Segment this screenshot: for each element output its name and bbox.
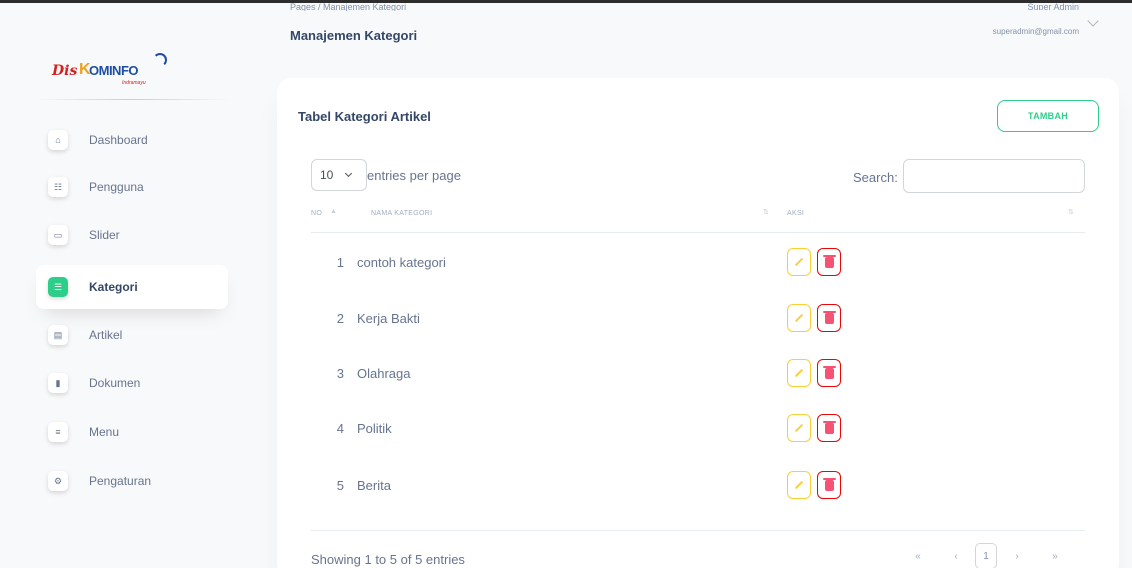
table-info: Showing 1 to 5 of 5 entries — [311, 552, 465, 567]
trash-icon — [822, 254, 836, 268]
breadcrumb[interactable]: Pages / Manajemen Kategori — [290, 2, 406, 11]
column-header-aksi[interactable]: AKSI — [787, 210, 804, 217]
logo-text-dis: Dis — [52, 63, 78, 79]
logo[interactable]: Dis K OMINFO Indramayu — [52, 53, 192, 87]
sidebar-item-pengaturan[interactable]: ⚙ Pengaturan — [36, 459, 228, 503]
sidebar-item-label: Menu — [89, 425, 120, 439]
pagination-prev[interactable]: ‹ — [948, 543, 964, 568]
entries-label: entries per page — [367, 167, 461, 183]
pencil-icon — [794, 313, 804, 323]
sort-icon[interactable]: ⇅ — [1068, 208, 1074, 216]
sort-icon[interactable]: ▲ — [330, 208, 337, 215]
row-number: 3 — [336, 366, 344, 381]
sidebar-item-pengguna[interactable]: ☷ Pengguna — [36, 165, 228, 209]
sidebar-item-dashboard[interactable]: ⌂ Dashboard — [36, 118, 228, 162]
sidebar-item-dokumen[interactable]: ▮ Dokumen — [36, 361, 228, 405]
edit-button[interactable] — [787, 414, 811, 442]
row-number: 5 — [336, 478, 344, 493]
pencil-icon — [794, 257, 804, 267]
pencil-icon — [794, 480, 804, 490]
row-number: 4 — [336, 421, 344, 436]
sidebar-item-label: Kategori — [89, 280, 138, 294]
table-header-divider — [311, 232, 1085, 233]
document-icon: ▮ — [48, 373, 68, 393]
trash-icon — [822, 365, 836, 379]
column-header-no[interactable]: NO — [311, 210, 322, 217]
user-name[interactable]: Super Admin — [1027, 2, 1079, 10]
logo-signal-icon — [153, 53, 167, 67]
user-email[interactable]: superadmin@gmail.com — [993, 27, 1079, 36]
sidebar-item-label: Artikel — [89, 328, 123, 342]
delete-button[interactable] — [817, 359, 841, 387]
sidebar-item-label: Dashboard — [89, 133, 148, 147]
sidebar-item-label: Slider — [89, 228, 120, 242]
row-category-name: Kerja Bakti — [357, 311, 420, 326]
entries-per-page: 10 entries per page — [311, 159, 461, 191]
image-icon: ▭ — [48, 225, 68, 245]
users-icon: ☷ — [48, 177, 68, 197]
logo-text-ominfo: OMINFO — [89, 63, 139, 78]
card-title: Tabel Kategori Artikel — [298, 109, 431, 124]
column-header-nama[interactable]: NAMA KATEGORI — [371, 210, 432, 217]
add-category-button[interactable]: TAMBAH — [997, 100, 1099, 132]
trash-icon — [822, 477, 836, 491]
sidebar-divider — [34, 99, 230, 100]
sort-icon[interactable]: ⇅ — [763, 208, 769, 216]
edit-button[interactable] — [787, 359, 811, 387]
search-input[interactable] — [903, 159, 1085, 193]
article-icon: ▤ — [48, 325, 68, 345]
pagination-last[interactable]: » — [1047, 543, 1063, 568]
logo-text-sub: Indramayu — [122, 80, 146, 86]
delete-button[interactable] — [817, 248, 841, 276]
menu-icon: ≡ — [48, 422, 68, 442]
sidebar-item-kategori[interactable]: ☰ Kategori — [36, 265, 228, 309]
table-row: 2 Kerja Bakti — [311, 296, 1085, 350]
pagination-first[interactable]: « — [910, 543, 926, 568]
sidebar-item-slider[interactable]: ▭ Slider — [36, 213, 228, 257]
edit-button[interactable] — [787, 304, 811, 332]
sidebar-item-label: Pengaturan — [89, 474, 152, 488]
search-label: Search: — [853, 170, 898, 185]
delete-button[interactable] — [817, 414, 841, 442]
pencil-icon — [794, 368, 804, 378]
table-bottom-divider — [311, 530, 1085, 531]
sidebar-item-artikel[interactable]: ▤ Artikel — [36, 313, 228, 357]
pagination-page-1[interactable]: 1 — [975, 543, 997, 568]
gear-icon: ⚙ — [48, 471, 68, 491]
page-title: Manajemen Kategori — [290, 28, 418, 43]
edit-button[interactable] — [787, 471, 811, 499]
table-row: 4 Politik — [311, 406, 1085, 460]
table-row: 3 Olahraga — [311, 351, 1085, 405]
pagination-next[interactable]: › — [1009, 543, 1025, 568]
pencil-icon — [794, 423, 804, 433]
entries-value: 10 — [320, 168, 334, 182]
sidebar-item-label: Dokumen — [89, 376, 141, 390]
delete-button[interactable] — [817, 471, 841, 499]
sidebar: Dis K OMINFO Indramayu ⌂ Dashboard ☷ Pen… — [0, 3, 240, 568]
delete-button[interactable] — [817, 304, 841, 332]
home-icon: ⌂ — [48, 130, 68, 150]
category-table-card: Tabel Kategori Artikel TAMBAH 10 entries… — [277, 78, 1119, 568]
trash-icon — [822, 420, 836, 434]
trash-icon — [822, 310, 836, 324]
row-category-name: contoh kategori — [357, 255, 446, 270]
table-row: 1 contoh kategori — [311, 240, 1085, 294]
list-icon: ☰ — [48, 277, 68, 297]
row-number: 2 — [336, 311, 344, 326]
edit-button[interactable] — [787, 248, 811, 276]
sidebar-item-menu[interactable]: ≡ Menu — [36, 410, 228, 454]
entries-select[interactable]: 10 — [311, 159, 367, 191]
row-category-name: Politik — [357, 421, 392, 436]
table-row: 5 Berita — [311, 463, 1085, 517]
row-category-name: Olahraga — [357, 366, 411, 381]
chevron-down-icon — [344, 169, 353, 178]
row-category-name: Berita — [357, 478, 391, 493]
row-number: 1 — [336, 255, 344, 270]
sidebar-item-label: Pengguna — [89, 180, 144, 194]
chevron-down-icon[interactable] — [1087, 15, 1099, 27]
